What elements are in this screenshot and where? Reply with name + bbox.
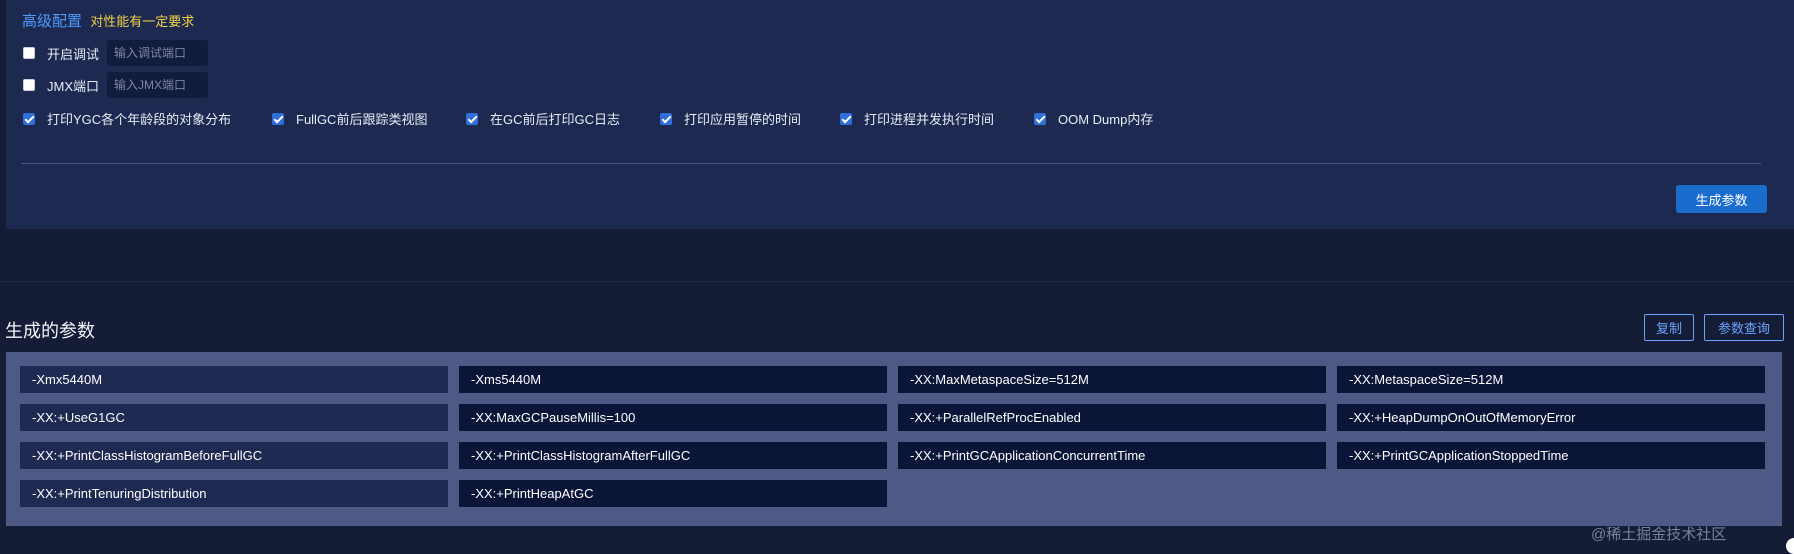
option-checkbox[interactable] [466, 112, 478, 125]
param-item[interactable]: -XX:+PrintClassHistogramAfterFullGC [459, 442, 887, 469]
debug-row: 开启调试 [23, 40, 209, 66]
option-fullgc-class-histogram[interactable]: FullGC前后跟踪类视图 [272, 109, 466, 128]
option-oom-dump[interactable]: OOM Dump内存 [1034, 109, 1153, 128]
param-item[interactable]: -Xmx5440M [20, 366, 448, 393]
advanced-config-panel: 高级配置 对性能有一定要求 开启调试 JMX端口 打印YGC各个年龄段的对象分布… [6, 0, 1794, 229]
jmx-row: JMX端口 [23, 72, 209, 98]
watermark: @稀土掘金技术社区 [1591, 526, 1727, 543]
result-panel: -Xmx5440M -Xms5440M -XX:MaxMetaspaceSize… [6, 352, 1782, 526]
option-checkbox[interactable] [840, 112, 852, 125]
param-item[interactable]: -XX:+ParallelRefProcEnabled [898, 404, 1326, 431]
param-item[interactable]: -XX:+HeapDumpOnOutOfMemoryError [1337, 404, 1765, 431]
debug-label: 开启调试 [47, 46, 100, 62]
copy-button[interactable]: 复制 [1644, 314, 1694, 341]
advanced-config-note: 对性能有一定要求 [90, 14, 195, 29]
debug-checkbox[interactable] [23, 47, 35, 59]
option-label: 打印YGC各个年龄段的对象分布 [47, 112, 232, 127]
option-label: OOM Dump内存 [1058, 112, 1154, 127]
option-label: 打印进程并发执行时间 [864, 112, 995, 127]
param-item[interactable]: -XX:MaxGCPauseMillis=100 [459, 404, 887, 431]
option-gc-log[interactable]: 在GC前后打印GC日志 [466, 109, 660, 128]
option-label: 打印应用暂停的时间 [684, 112, 802, 127]
param-item[interactable]: -XX:MetaspaceSize=512M [1337, 366, 1765, 393]
param-item[interactable]: -XX:+PrintGCApplicationConcurrentTime [898, 442, 1326, 469]
param-item[interactable]: -XX:MaxMetaspaceSize=512M [898, 366, 1326, 393]
option-checkbox[interactable] [23, 112, 35, 125]
advanced-config-header: 高级配置 对性能有一定要求 [22, 10, 194, 31]
scroll-to-top-icon[interactable] [1786, 538, 1794, 554]
option-label: FullGC前后跟踪类视图 [296, 112, 428, 127]
option-checkbox[interactable] [660, 112, 672, 125]
param-item[interactable]: -XX:+PrintClassHistogramBeforeFullGC [20, 442, 448, 469]
gc-options-row: 打印YGC各个年龄段的对象分布 FullGC前后跟踪类视图 在GC前后打印GC日… [23, 109, 1153, 128]
advanced-config-title: 高级配置 [22, 13, 83, 30]
param-item[interactable]: -Xms5440M [459, 366, 887, 393]
jmx-label: JMX端口 [47, 78, 100, 94]
option-ygc-distribution[interactable]: 打印YGC各个年龄段的对象分布 [23, 109, 272, 128]
param-item[interactable]: -XX:+PrintGCApplicationStoppedTime [1337, 442, 1765, 469]
option-checkbox[interactable] [1034, 112, 1046, 125]
option-checkbox[interactable] [272, 112, 284, 125]
option-concurrent-time[interactable]: 打印进程并发执行时间 [840, 109, 1034, 128]
jmx-port-input[interactable] [107, 72, 209, 98]
result-title: 生成的参数 [5, 321, 95, 341]
divider [21, 163, 1761, 164]
param-query-button[interactable]: 参数查询 [1704, 314, 1784, 341]
param-item[interactable]: -XX:+PrintHeapAtGC [459, 480, 887, 507]
option-app-stopped-time[interactable]: 打印应用暂停的时间 [660, 109, 840, 128]
debug-port-input[interactable] [107, 40, 209, 66]
param-item[interactable]: -XX:+PrintTenuringDistribution [20, 480, 448, 507]
section-divider [0, 281, 1794, 282]
jmx-checkbox[interactable] [23, 79, 35, 91]
param-grid: -Xmx5440M -Xms5440M -XX:MaxMetaspaceSize… [20, 366, 1765, 507]
option-label: 在GC前后打印GC日志 [490, 112, 621, 127]
generate-params-button[interactable]: 生成参数 [1676, 185, 1767, 213]
param-item[interactable]: -XX:+UseG1GC [20, 404, 448, 431]
